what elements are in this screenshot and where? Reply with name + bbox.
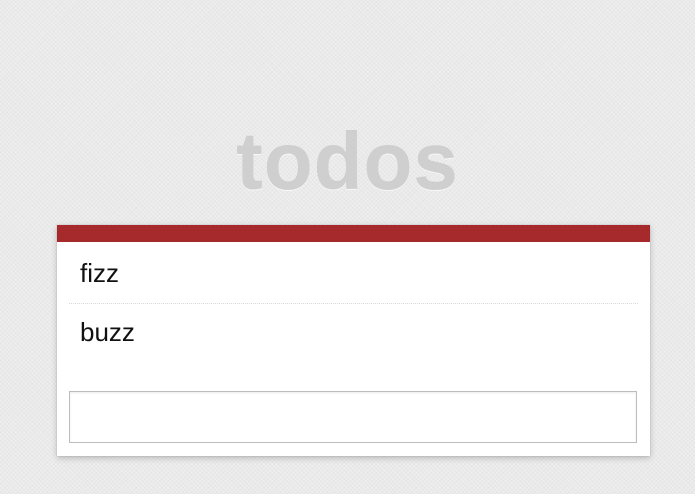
todo-item-label[interactable]: buzz <box>80 315 135 349</box>
todo-list: fizz buzz <box>57 242 650 360</box>
new-todo-input[interactable] <box>69 391 637 443</box>
app-title: todos <box>236 116 459 206</box>
card-header-bar <box>57 225 650 242</box>
todo-item-label[interactable]: fizz <box>80 256 119 290</box>
todo-item[interactable]: fizz <box>69 242 638 304</box>
todo-card: fizz buzz <box>57 225 650 456</box>
todo-item[interactable]: buzz <box>69 304 638 360</box>
